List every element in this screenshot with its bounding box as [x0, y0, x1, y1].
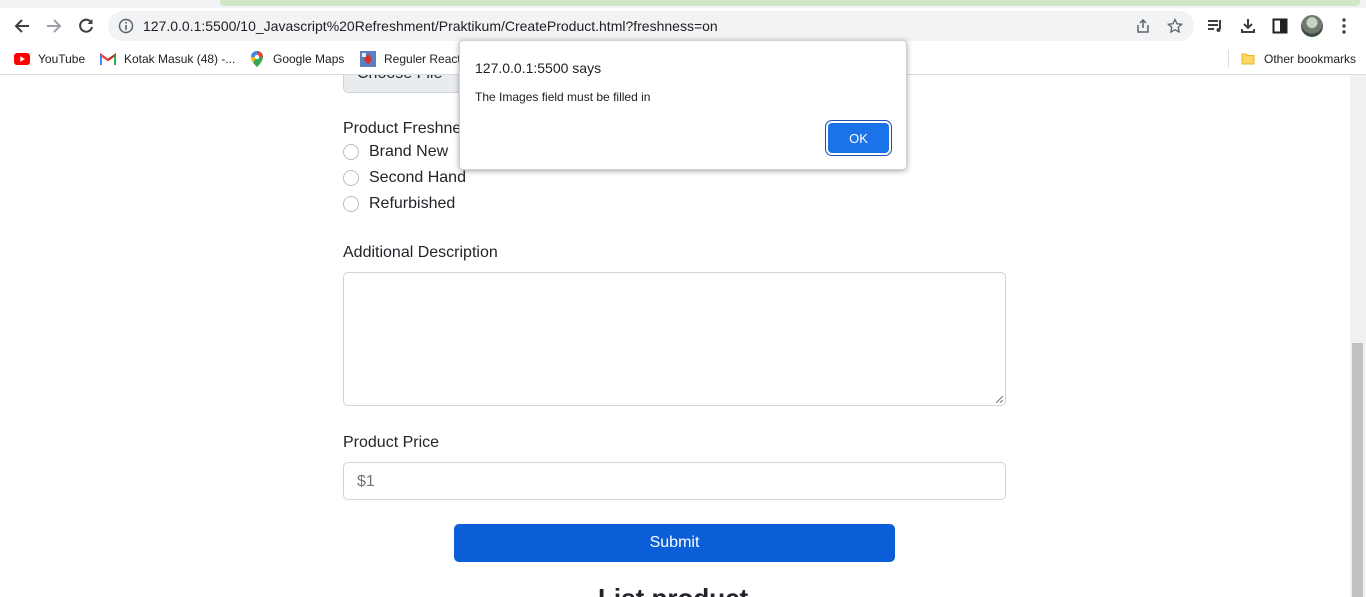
side-panel-icon[interactable]: [1268, 14, 1292, 38]
reload-button[interactable]: [74, 14, 98, 38]
forward-button[interactable]: [42, 14, 66, 38]
media-queue-icon[interactable]: [1203, 14, 1227, 38]
bookmark-gmail[interactable]: Kotak Masuk (48) -...: [100, 49, 235, 69]
address-bar[interactable]: 127.0.0.1:5500/10_Javascript%20Refreshme…: [108, 11, 1194, 41]
choose-file-label: Choose File: [357, 75, 442, 83]
radio-label: Brand New: [369, 143, 449, 160]
dialog-message: The Images field must be filled in: [475, 90, 651, 104]
radio-circle[interactable]: [343, 196, 359, 212]
bookmarks-divider: [1228, 50, 1229, 68]
list-product-heading: List product: [598, 583, 748, 597]
radio-label: Refurbished: [369, 195, 456, 212]
bookmark-google-maps[interactable]: Google Maps: [249, 49, 344, 69]
vertical-scrollbar[interactable]: [1350, 75, 1366, 597]
radio-circle[interactable]: [343, 144, 359, 160]
radio-refurbished[interactable]: Refurbished: [343, 194, 455, 214]
other-bookmarks-label: Other bookmarks: [1264, 52, 1357, 66]
site-info-icon[interactable]: [118, 18, 134, 39]
bookmark-youtube[interactable]: YouTube: [14, 49, 85, 69]
radio-circle[interactable]: [343, 170, 359, 186]
freshness-label: Product Freshness: [343, 120, 478, 137]
bookmark-label: YouTube: [38, 52, 86, 66]
bookmark-favicon-icon: [360, 51, 376, 67]
maps-pin-icon: [249, 51, 265, 67]
price-label: Product Price: [343, 434, 440, 451]
gmail-icon: [100, 51, 116, 67]
url-text[interactable]: 127.0.0.1:5500/10_Javascript%20Refreshme…: [143, 18, 718, 34]
submit-button[interactable]: Submit: [454, 524, 895, 562]
price-placeholder: $1: [357, 473, 375, 490]
price-input[interactable]: $1: [343, 462, 1006, 500]
active-tab[interactable]: [220, 0, 1360, 6]
folder-icon: [1240, 51, 1256, 67]
other-bookmarks[interactable]: Other bookmarks: [1240, 49, 1356, 69]
downloads-icon[interactable]: [1236, 14, 1260, 38]
bookmark-label: Google Maps: [273, 52, 345, 66]
menu-kebab-icon[interactable]: [1332, 14, 1356, 38]
radio-brand-new[interactable]: Brand New: [343, 142, 448, 162]
bookmark-label: Kotak Masuk (48) -...: [124, 52, 236, 66]
description-label: Additional Description: [343, 244, 498, 261]
dialog-title: 127.0.0.1:5500 says: [475, 60, 602, 76]
share-icon[interactable]: [1135, 18, 1151, 34]
radio-second-hand[interactable]: Second Hand: [343, 168, 466, 188]
scrollbar-thumb[interactable]: [1352, 343, 1363, 597]
resize-handle-icon[interactable]: [995, 395, 1003, 403]
profile-avatar[interactable]: [1301, 15, 1323, 37]
back-arrow-icon: [14, 19, 29, 33]
description-textarea[interactable]: [343, 272, 1006, 406]
star-bookmark-icon[interactable]: [1167, 18, 1183, 34]
back-button[interactable]: [10, 14, 34, 38]
reload-icon: [79, 18, 93, 33]
youtube-icon: [14, 51, 30, 67]
ok-button[interactable]: OK: [828, 123, 889, 153]
radio-label: Second Hand: [369, 169, 466, 186]
browser-toolbar: 127.0.0.1:5500/10_Javascript%20Refreshme…: [0, 8, 1366, 44]
forward-arrow-icon: [47, 19, 62, 33]
choose-file-button[interactable]: Choose File: [343, 75, 461, 93]
bookmark-label: Reguler React: [384, 52, 461, 66]
tab-strip: [0, 0, 1366, 8]
bookmark-reguler-react[interactable]: Reguler React: [360, 49, 461, 69]
alert-dialog: 127.0.0.1:5500 says The Images field mus…: [459, 40, 907, 170]
